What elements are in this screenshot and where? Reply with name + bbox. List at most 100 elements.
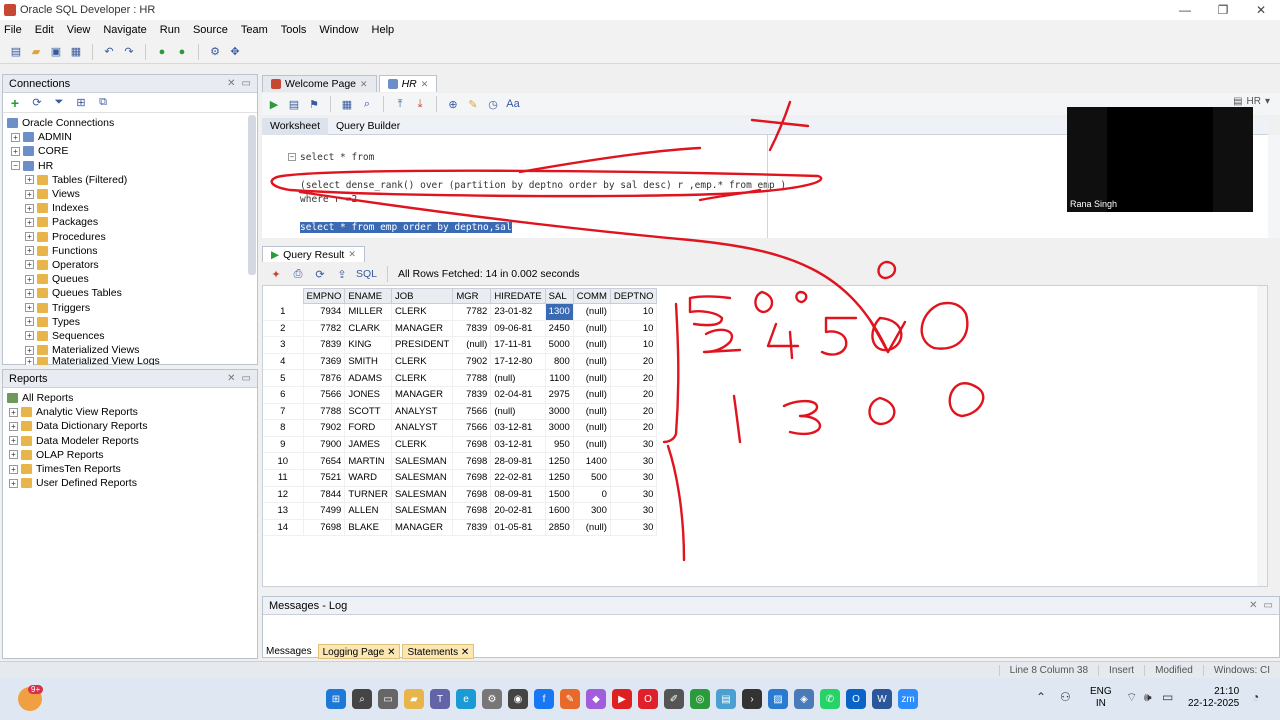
history-icon[interactable]: ◷ — [485, 96, 501, 112]
manage-icon[interactable]: ⧉ — [95, 95, 111, 111]
tab-worksheet[interactable]: Worksheet — [262, 117, 328, 135]
table-cell[interactable]: 20 — [610, 386, 658, 404]
save-icon[interactable]: ▣ — [48, 44, 64, 60]
table-cell[interactable]: 30 — [610, 469, 658, 487]
settings-icon[interactable]: ⚙ — [482, 689, 502, 709]
table-cell[interactable]: 30 — [610, 436, 658, 454]
tree-item-queues-tables[interactable]: + Queues Tables — [7, 286, 257, 300]
table-cell[interactable]: 1600 — [545, 502, 574, 520]
table-cell[interactable]: 1300 — [545, 303, 574, 321]
table-cell[interactable]: 30 — [610, 502, 658, 520]
table-cell[interactable]: (null) — [573, 519, 611, 537]
wifi-icon[interactable]: ⌔ — [1126, 690, 1137, 705]
grid-scrollbar[interactable] — [1257, 286, 1267, 586]
results-grid[interactable]: EMPNO ENAME JOB MGR HIREDATE SAL COMM DE… — [262, 285, 1268, 587]
minimize-icon[interactable]: ▭ — [242, 373, 251, 384]
table-cell[interactable]: SALESMAN — [391, 502, 454, 520]
redo-icon[interactable]: ↷ — [121, 44, 137, 60]
table-cell[interactable]: CLERK — [391, 303, 454, 321]
windows-start-icon[interactable]: ⊞ — [326, 689, 346, 709]
tree-item-oracle-connections[interactable]: Oracle Connections — [7, 116, 257, 130]
notifications-icon[interactable]: ◔ — [1252, 690, 1259, 704]
table-cell[interactable]: 28-09-81 — [490, 452, 546, 470]
menu-file[interactable]: File — [4, 24, 22, 36]
open-folder-icon[interactable]: ▰ — [28, 44, 44, 60]
table-cell[interactable]: (null) — [573, 320, 611, 338]
tree-item-sequences[interactable]: + Sequences — [7, 329, 257, 343]
tree-item-triggers[interactable]: + Triggers — [7, 300, 257, 314]
save-all-icon[interactable]: ▦ — [68, 44, 84, 60]
table-cell[interactable]: 02-04-81 — [490, 386, 546, 404]
tree-item-report[interactable]: + OLAP Reports — [7, 448, 257, 462]
run-script-icon[interactable]: ▤ — [286, 96, 302, 112]
table-cell[interactable]: SMITH — [344, 353, 392, 371]
chrome-app-icon[interactable]: ◉ — [508, 689, 528, 709]
file-explorer-icon[interactable]: ▰ — [404, 689, 424, 709]
volume-icon[interactable]: 🕪 — [1144, 690, 1152, 705]
table-cell[interactable]: 7698 — [303, 519, 346, 537]
table-cell[interactable]: 10 — [610, 320, 658, 338]
table-cell[interactable]: (null) — [573, 353, 611, 371]
tree-item-functions[interactable]: + Functions — [7, 244, 257, 258]
refresh-icon[interactable]: ⟳ — [312, 266, 328, 282]
table-cell[interactable]: 7698 — [452, 486, 492, 504]
sql-link[interactable]: SQL — [356, 268, 377, 280]
sql-worksheet-icon[interactable]: ⚙ — [207, 44, 223, 60]
table-cell[interactable]: 0 — [573, 486, 611, 504]
add-connection-icon[interactable]: + — [7, 95, 23, 111]
menu-tools[interactable]: Tools — [281, 24, 307, 36]
table-cell[interactable]: 17-11-81 — [490, 336, 546, 354]
youtube-icon[interactable]: ▶ — [612, 689, 632, 709]
table-cell[interactable]: 7566 — [452, 403, 492, 421]
rollback-icon[interactable]: ⤓ — [412, 96, 428, 112]
tree-item-materialized-views[interactable]: + Materialized Views — [7, 343, 257, 357]
paint-icon[interactable]: ▨ — [768, 689, 788, 709]
table-row[interactable]: 5 7876 ADAMS CLERK 7788 (null) 1100 (null) 20 — [263, 369, 658, 387]
table-cell[interactable]: 30 — [610, 452, 658, 470]
minimize-icon[interactable]: ▭ — [1264, 600, 1273, 611]
table-cell[interactable]: 7839 — [452, 386, 492, 404]
tab-messages[interactable]: Messages — [262, 644, 316, 659]
tuning-icon[interactable]: ⌕ — [359, 96, 375, 112]
table-cell[interactable]: 7698 — [452, 452, 492, 470]
teams-icon[interactable]: T — [430, 689, 450, 709]
chrome-icon[interactable]: ◎ — [690, 689, 710, 709]
table-cell[interactable]: (null) — [573, 336, 611, 354]
connections-scrollbar[interactable] — [248, 115, 256, 275]
minimize-icon[interactable]: ▭ — [242, 78, 251, 89]
table-cell[interactable]: 7876 — [303, 369, 346, 387]
tree-item-indexes[interactable]: + Indexes — [7, 201, 257, 215]
table-cell[interactable]: 1100 — [545, 369, 574, 387]
table-cell[interactable]: 7900 — [303, 436, 346, 454]
table-cell[interactable]: ALLEN — [344, 502, 392, 520]
table-cell[interactable]: 7369 — [303, 353, 346, 371]
language-indicator[interactable]: ENG IN — [1090, 686, 1112, 710]
minimize-button[interactable]: — — [1166, 0, 1204, 20]
table-cell[interactable]: CLERK — [391, 353, 454, 371]
table-row[interactable]: 11 7521 WARD SALESMAN 7698 22-02-81 1250 500 30 — [263, 469, 658, 487]
table-cell[interactable]: 03-12-81 — [490, 419, 546, 437]
back-icon[interactable]: ● — [154, 44, 170, 60]
menu-source[interactable]: Source — [193, 24, 228, 36]
table-cell[interactable]: 7499 — [303, 502, 346, 520]
table-cell[interactable]: 10 — [610, 336, 658, 354]
table-cell[interactable]: 20 — [610, 419, 658, 437]
table-row[interactable]: 8 7902 FORD ANALYST 7566 03-12-81 3000 (null) 20 — [263, 419, 658, 437]
run-statement-icon[interactable]: ▶ — [266, 96, 282, 112]
explain-plan-icon[interactable]: ▦ — [339, 96, 355, 112]
tree-item-admin[interactable]: + ADMIN — [7, 130, 257, 144]
table-row[interactable]: 1 7934 MILLER CLERK 7782 23-01-82 1300 (null) 10 — [263, 303, 658, 321]
undo-icon[interactable]: ↶ — [101, 44, 117, 60]
menu-run[interactable]: Run — [160, 24, 180, 36]
menu-help[interactable]: Help — [372, 24, 395, 36]
tree-item-report[interactable]: + Data Dictionary Reports — [7, 419, 257, 433]
table-cell[interactable]: SALESMAN — [391, 486, 454, 504]
tree-item-procedures[interactable]: + Procedures — [7, 230, 257, 244]
table-cell[interactable]: WARD — [344, 469, 392, 487]
sql-developer-taskbar-icon[interactable]: ◈ — [794, 689, 814, 709]
format-icon[interactable]: Aa — [505, 96, 521, 112]
close-icon[interactable]: ✕ — [227, 78, 235, 89]
close-icon[interactable]: ✕ — [227, 373, 235, 384]
table-row[interactable]: 3 7839 KING PRESIDENT (null) 17-11-81 5000 (nul… — [263, 336, 658, 354]
pin-icon[interactable]: ✦ — [268, 266, 284, 282]
